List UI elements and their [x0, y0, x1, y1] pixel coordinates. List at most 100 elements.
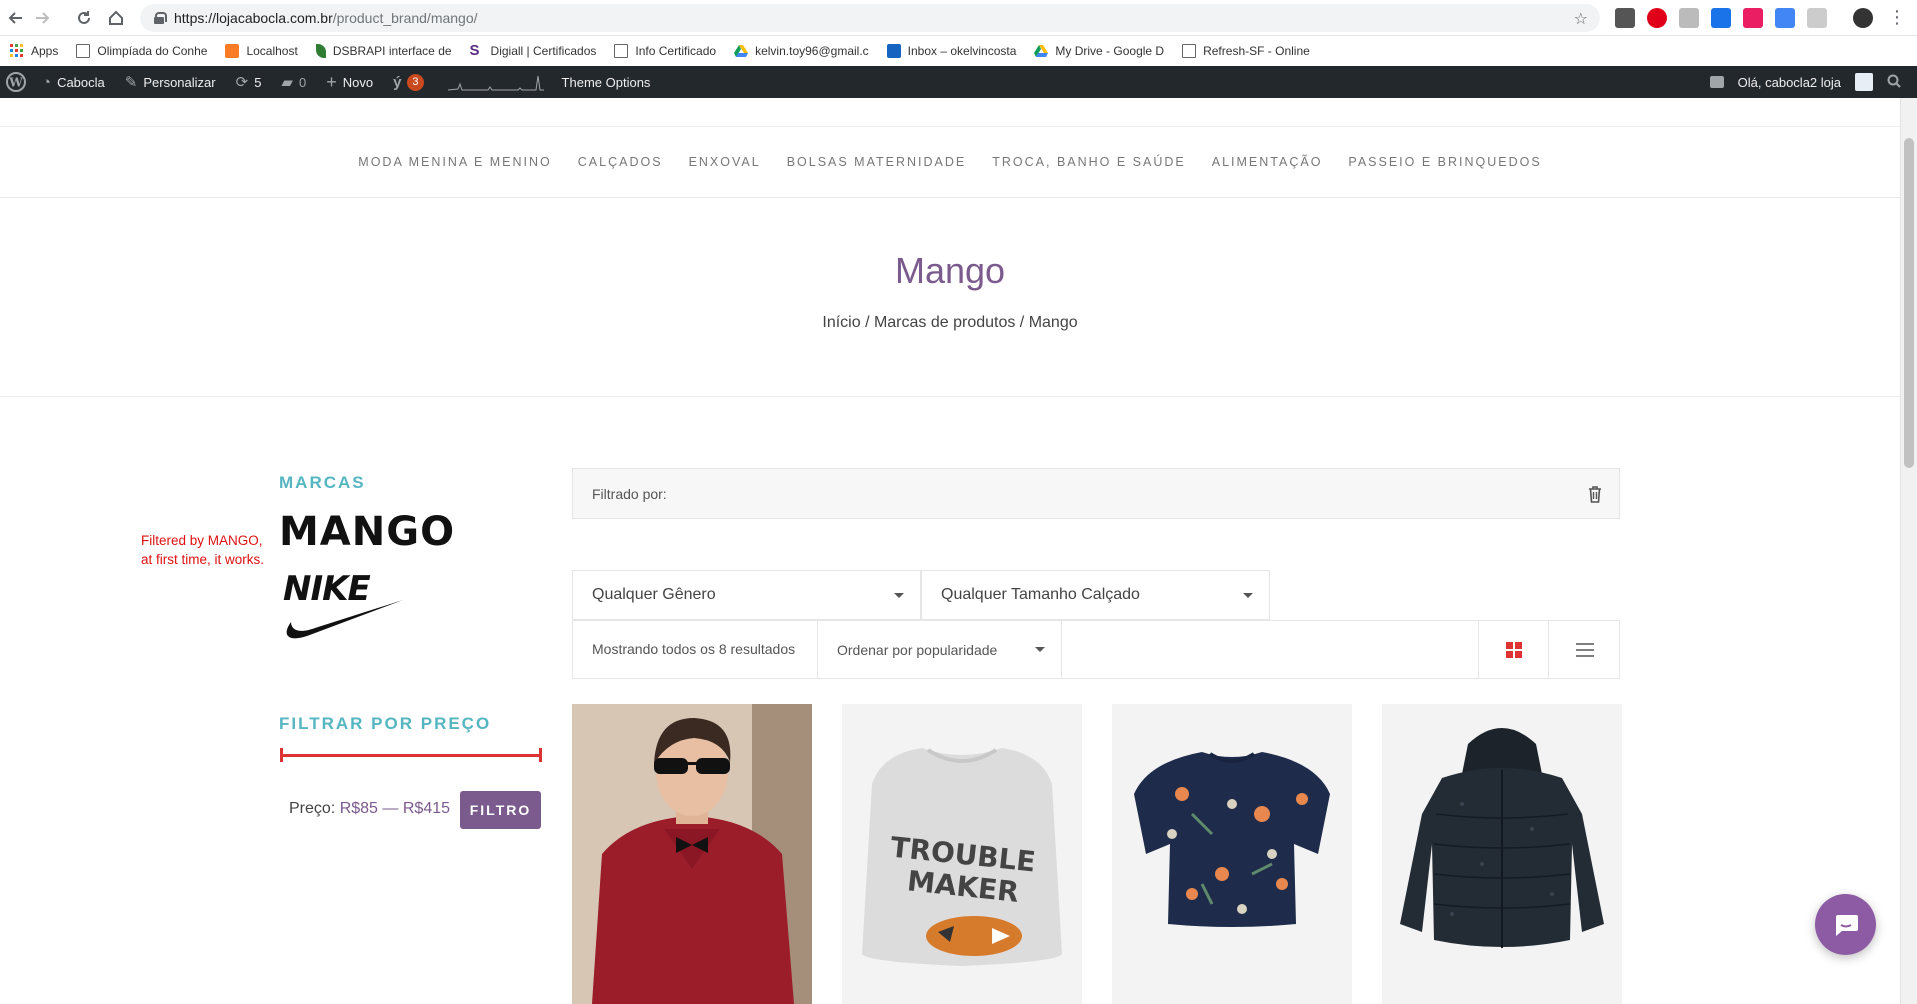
profile-avatar[interactable] — [1853, 8, 1873, 28]
shoe-size-select[interactable]: Qualquer Tamanho Calçado — [921, 570, 1270, 620]
scrollbar-thumb[interactable] — [1904, 138, 1914, 468]
home-icon[interactable] — [104, 6, 128, 30]
comment-bubble-icon: ▰ — [281, 74, 293, 91]
shoe-size-select-value: Qualquer Tamanho Calçado — [941, 586, 1140, 603]
url-path: /product_brand/mango/ — [332, 10, 478, 26]
bookmark-item[interactable]: kelvin.toy96@gmail.c — [734, 44, 869, 58]
avatar[interactable] — [1855, 73, 1873, 91]
shop-toolbar: Mostrando todos os 8 resultados Ordenar … — [572, 620, 1620, 679]
menu-kebab-icon[interactable]: ⋮ — [1888, 8, 1906, 26]
grid-view-button[interactable] — [1478, 621, 1548, 678]
product-image-puffer-jacket — [1382, 704, 1622, 1004]
bookmark-label: Info Certificado — [635, 44, 717, 58]
page-scrollbar[interactable] — [1900, 98, 1917, 1004]
translate-extension-icon[interactable] — [1775, 8, 1795, 28]
bookmark-apps[interactable]: Apps — [10, 44, 58, 58]
wp-site-name[interactable]: ◔ Cabocla — [42, 74, 105, 91]
extension-icon[interactable] — [1807, 8, 1827, 28]
updates-count: 5 — [254, 74, 262, 90]
main-menu: MODA MENINA E MENINO CALÇADOS ENXOVAL BO… — [0, 126, 1900, 198]
price-min-handle[interactable] — [280, 748, 283, 762]
drive-icon — [1034, 44, 1049, 58]
new-tab-extension-icon[interactable] — [1711, 8, 1731, 28]
bookmark-item[interactable]: S Digiall | Certificados — [469, 42, 597, 59]
extension-icon[interactable] — [1679, 8, 1699, 28]
yoast-icon: ý — [393, 73, 402, 91]
price-filter-button[interactable]: FILTRO — [460, 791, 541, 829]
menu-item-moda[interactable]: MODA MENINA E MENINO — [358, 155, 552, 169]
bookmark-label: Digiall | Certificados — [490, 44, 597, 58]
menu-item-alimentacao[interactable]: ALIMENTAÇÃO — [1212, 155, 1323, 169]
brush-icon: ✎ — [124, 74, 138, 91]
pocket-extension-icon[interactable] — [1615, 8, 1635, 28]
bookmark-item[interactable]: Localhost — [225, 44, 298, 58]
breadcrumb[interactable]: Início / Marcas de produtos / Mango — [0, 314, 1900, 332]
bookmark-star-icon[interactable]: ☆ — [1574, 9, 1588, 29]
wp-new[interactable]: + Novo — [326, 72, 373, 93]
nike-wordmark: NIKE — [283, 569, 370, 609]
wp-customize[interactable]: ✎ Personalizar — [125, 73, 216, 91]
wp-comments[interactable]: ▰ 0 — [281, 73, 306, 91]
my-account[interactable]: Olá, cabocla2 loja — [1738, 75, 1841, 90]
bookmark-label: Inbox – okelvincosta — [907, 44, 1017, 58]
brand-logo-mango[interactable]: MANGO — [279, 512, 455, 552]
stats-sparkline[interactable] — [447, 72, 544, 92]
wordpress-logo-icon[interactable]: W — [6, 72, 26, 92]
menu-item-calcados[interactable]: CALÇADOS — [578, 155, 663, 169]
mail-icon — [886, 44, 901, 58]
bookmark-item[interactable]: My Drive - Google D — [1034, 44, 1164, 58]
reload-icon[interactable] — [72, 6, 96, 30]
price-max-handle[interactable] — [539, 748, 542, 762]
notification-icon[interactable] — [1709, 76, 1724, 88]
product-card[interactable] — [1382, 704, 1622, 1004]
wp-theme-options[interactable]: Theme Options — [562, 75, 651, 90]
chevron-down-icon — [1243, 593, 1253, 598]
annotation-line: at first time, it works. — [141, 552, 265, 567]
customize-label: Personalizar — [143, 74, 216, 90]
wp-yoast[interactable]: ý3 — [393, 73, 424, 91]
product-card[interactable]: TROUBLE MAKER — [842, 704, 1082, 1004]
file-icon — [1182, 44, 1197, 58]
list-view-button[interactable] — [1548, 621, 1620, 678]
menu-item-troca-banho[interactable]: TROCA, BANHO E SAÚDE — [992, 155, 1186, 169]
search-icon[interactable] — [1887, 74, 1901, 91]
list-icon — [1575, 642, 1594, 657]
price-range-label: Preço: R$85 — R$415 — [289, 800, 450, 818]
menu-item-passeio[interactable]: PASSEIO E BRINQUEDOS — [1348, 155, 1541, 169]
back-arrow-icon[interactable] — [4, 6, 28, 30]
price-prefix: Preço: — [289, 800, 336, 817]
s-logo-icon: S — [469, 42, 480, 59]
bookmark-item[interactable]: Inbox – okelvincosta — [886, 44, 1017, 58]
wp-bar-right: Olá, cabocla2 loja — [1709, 73, 1901, 91]
product-card[interactable] — [1112, 704, 1352, 1004]
bookmark-item[interactable]: Info Certificado — [614, 44, 716, 58]
chevron-down-icon — [894, 593, 904, 598]
menu-item-enxoval[interactable]: ENXOVAL — [689, 155, 761, 169]
menu-item-bolsas[interactable]: BOLSAS MATERNIDADE — [787, 155, 967, 169]
bookmark-item[interactable]: Olimpíada do Conhe — [76, 44, 207, 58]
bookmark-item[interactable]: Refresh-SF - Online — [1182, 44, 1310, 58]
orderby-value: Ordenar por popularidade — [837, 641, 998, 658]
gender-select-value: Qualquer Gênero — [592, 586, 716, 603]
brands-widget-title: MARCAS — [279, 473, 366, 492]
product-card[interactable] — [572, 704, 812, 1004]
chat-widget-button[interactable] — [1815, 894, 1876, 955]
leaf-icon — [315, 44, 326, 58]
file-icon — [614, 44, 629, 58]
trash-icon[interactable] — [1587, 485, 1603, 503]
result-count: Mostrando todos os 8 resultados — [592, 641, 796, 657]
gender-select[interactable]: Qualquer Gênero — [572, 570, 921, 620]
address-bar[interactable]: https://lojacabocla.com.br/product_brand… — [140, 4, 1600, 32]
product-image-red-shirt — [572, 704, 812, 1004]
wp-updates[interactable]: ⟳ 5 — [236, 73, 262, 91]
forward-arrow-icon[interactable] — [30, 6, 54, 30]
opera-extension-icon[interactable] — [1647, 8, 1667, 28]
orderby-select[interactable]: Ordenar por popularidade — [817, 621, 1062, 678]
bookmark-item[interactable]: DSBRAPI interface de — [315, 44, 452, 58]
brand-logo-nike[interactable]: NIKE — [279, 566, 409, 642]
price-filter-title: FILTRAR POR PREÇO — [279, 714, 492, 733]
filtered-by-label: Filtrado por: — [592, 485, 667, 502]
price-range-slider[interactable] — [280, 748, 542, 762]
bookmark-label: DSBRAPI interface de — [332, 44, 452, 58]
notification-extension-icon[interactable] — [1743, 8, 1763, 28]
